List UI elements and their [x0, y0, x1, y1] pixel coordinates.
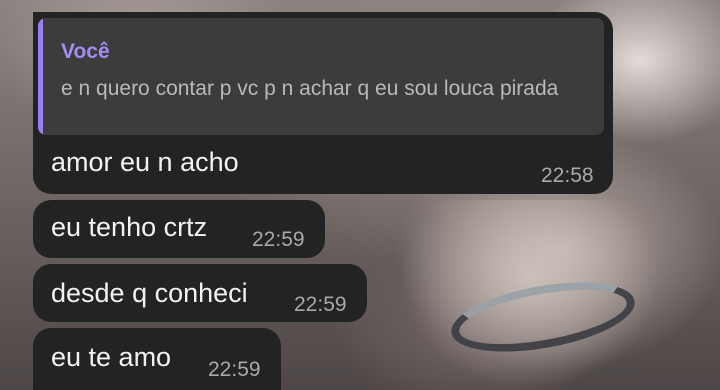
message-time: 22:59	[252, 228, 305, 251]
message-time: 22:59	[208, 358, 261, 381]
message-time: 22:59	[294, 293, 347, 316]
message-bubble[interactable]: Você e n quero contar p vc p n achar q e…	[33, 12, 613, 194]
reply-quote-bar	[38, 18, 43, 135]
message-text: eu te amo	[51, 342, 172, 372]
message-bubble[interactable]: eu tenho crtz 22:59	[33, 200, 325, 258]
message-bubble[interactable]: desde q conheci 22:59	[33, 264, 367, 322]
message-text: desde q conheci	[51, 278, 248, 308]
message-time: 22:58	[541, 164, 594, 187]
reply-author: Você	[61, 40, 110, 63]
message-text: eu tenho crtz	[51, 212, 208, 242]
message-bubble[interactable]: eu te amo 22:59	[33, 328, 281, 390]
reply-text: e n quero contar p vc p n achar q eu sou…	[61, 77, 559, 100]
message-text: amor eu n acho	[51, 147, 239, 177]
reply-quote[interactable]: Você e n quero contar p vc p n achar q e…	[38, 18, 604, 135]
